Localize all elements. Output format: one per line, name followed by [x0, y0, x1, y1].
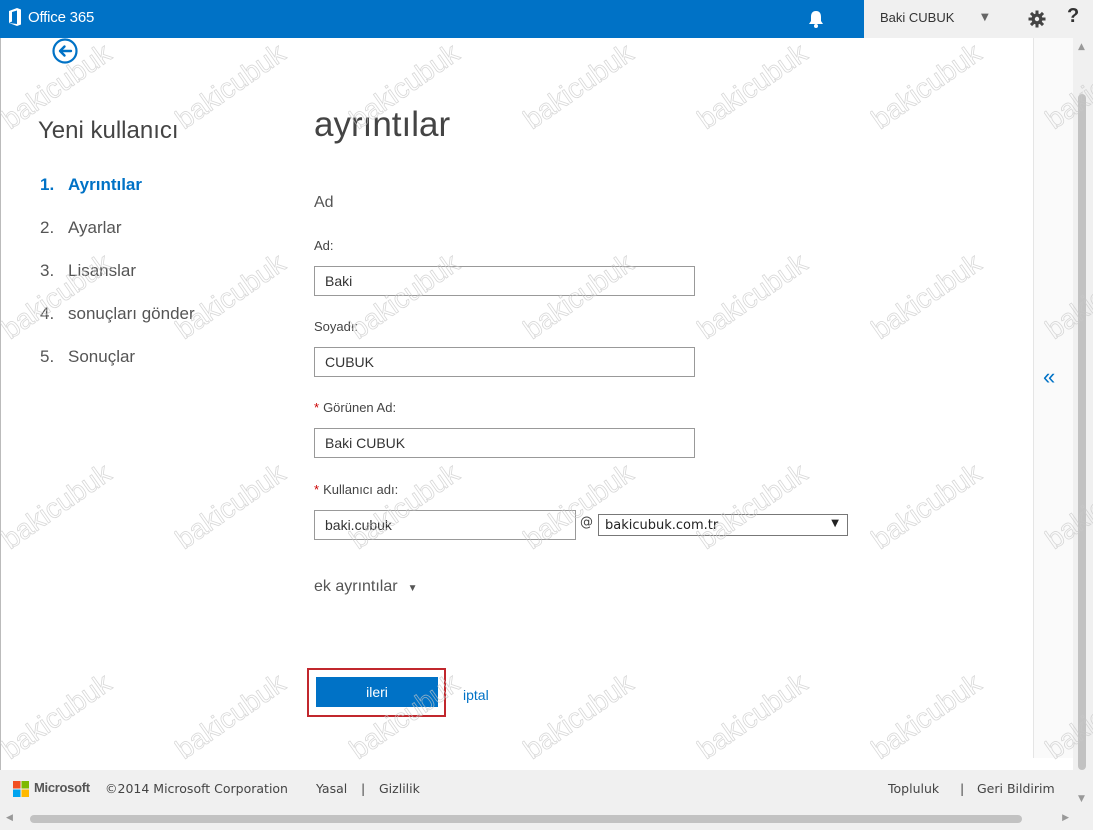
dropdown-arrow-icon[interactable]: ▼	[831, 518, 839, 529]
copyright-text: ©2014 Microsoft Corporation	[105, 781, 288, 796]
back-arrow-icon[interactable]	[52, 38, 78, 64]
horizontal-scrollbar[interactable]: ◀ ▶	[0, 808, 1093, 830]
side-panel	[1033, 38, 1074, 758]
first-name-label: Ad:	[314, 238, 334, 253]
microsoft-logo-icon	[13, 781, 29, 797]
scroll-up-icon[interactable]: ▲	[1078, 42, 1085, 52]
user-name[interactable]: Baki CUBUK	[880, 10, 954, 25]
section-title: ayrıntılar	[314, 105, 451, 144]
step-settings[interactable]: 2. Ayarlar	[40, 218, 195, 261]
username-label: * Kullanıcı adı:	[314, 482, 399, 497]
cancel-link[interactable]: iptal	[463, 687, 489, 703]
feedback-link[interactable]: Geri Bildirim	[977, 781, 1055, 796]
legal-link[interactable]: Yasal	[316, 781, 347, 796]
caret-down-icon: ▼	[407, 583, 418, 594]
scroll-down-icon[interactable]: ▼	[1078, 794, 1085, 804]
at-sign: @	[580, 515, 593, 530]
step-send-results[interactable]: 4. sonuçları gönder	[40, 304, 195, 347]
help-icon[interactable]: ?	[1067, 5, 1079, 28]
office365-brand[interactable]: Office 365	[8, 8, 94, 26]
scroll-thumb-horizontal[interactable]	[30, 815, 1022, 823]
footer-separator: |	[960, 781, 965, 796]
display-name-label: * Görünen Ad:	[314, 400, 397, 415]
scroll-right-icon[interactable]: ▶	[1062, 813, 1069, 823]
footer: Microsoft ©2014 Microsoft Corporation Ya…	[0, 770, 1073, 808]
last-name-input[interactable]	[314, 347, 695, 377]
first-name-input[interactable]	[314, 266, 695, 296]
brand-name: Office 365	[28, 8, 95, 26]
office-logo-icon	[9, 8, 21, 26]
scroll-thumb[interactable]	[1078, 94, 1086, 770]
last-name-label: Soyadı:	[314, 319, 359, 334]
display-name-input[interactable]	[314, 428, 695, 458]
microsoft-brand: Microsoft	[34, 780, 90, 795]
vertical-scrollbar[interactable]: ▲ ▼	[1073, 38, 1093, 808]
privacy-link[interactable]: Gizlilik	[379, 781, 420, 796]
step-results[interactable]: 5. Sonuçlar	[40, 347, 195, 390]
step-licenses[interactable]: 3. Lisanslar	[40, 261, 195, 304]
name-group-heading: Ad	[314, 194, 334, 211]
next-button[interactable]: ileri	[316, 677, 438, 707]
footer-separator: |	[361, 781, 366, 796]
wizard-steps: 1. Ayrıntılar 2. Ayarlar 3. Lisanslar 4. son…	[40, 175, 195, 390]
more-details-toggle[interactable]: ek ayrıntılar ▼	[314, 578, 418, 596]
notification-bell-icon[interactable]	[807, 9, 825, 29]
username-input[interactable]	[314, 510, 576, 540]
required-marker: *	[314, 482, 320, 497]
expand-panel-icon[interactable]: «	[1043, 364, 1055, 390]
scroll-left-icon[interactable]: ◀	[6, 813, 13, 823]
chevron-down-icon[interactable]: ▼	[981, 12, 989, 23]
required-marker: *	[314, 400, 320, 415]
community-link[interactable]: Topluluk	[888, 781, 939, 796]
domain-select[interactable]: bakicubuk.com.tr ▼	[598, 514, 848, 536]
frame-border	[0, 38, 1, 830]
domain-value: bakicubuk.com.tr	[605, 518, 719, 533]
user-menu[interactable]: Baki CUBUK ▼ ?	[864, 0, 1093, 38]
wizard-title: Yeni kullanıcı	[38, 117, 179, 144]
gear-icon[interactable]	[1028, 10, 1046, 28]
top-navigation-bar: Office 365 Baki CUBUK ▼ ?	[0, 0, 1093, 38]
step-details[interactable]: 1. Ayrıntılar	[40, 175, 195, 218]
